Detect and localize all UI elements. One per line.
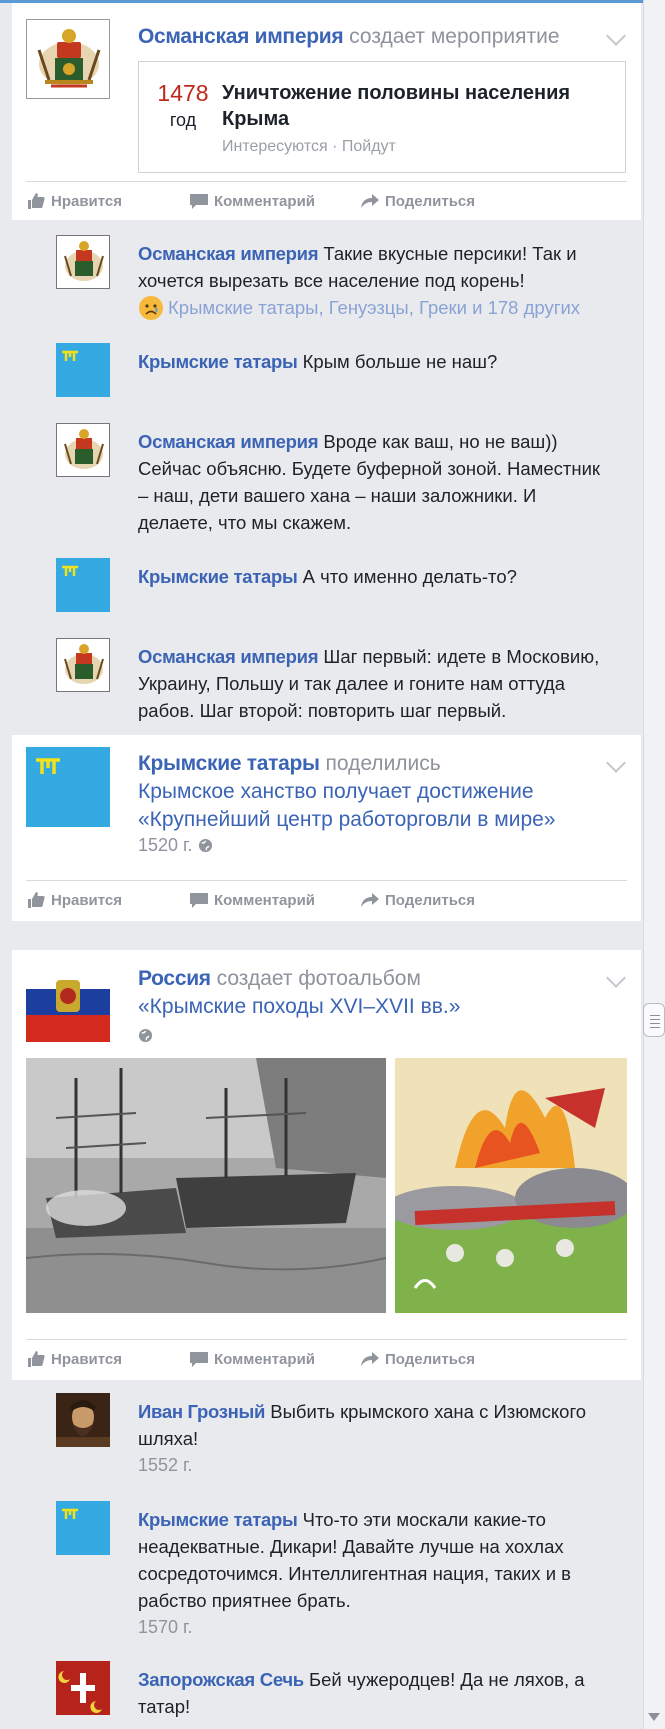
comment-author[interactable]: Османская империя <box>138 431 319 452</box>
share-icon <box>361 194 379 208</box>
post-russia-album: Россия создает фотоальбом «Крымские похо… <box>12 950 641 1380</box>
like-button[interactable]: Нравится <box>26 1344 122 1374</box>
comment-text: А что именно делать-то? <box>302 566 517 587</box>
divider <box>26 880 627 881</box>
chevron-down-icon[interactable] <box>606 973 624 991</box>
like-label: Нравится <box>51 192 123 210</box>
divider <box>26 1339 627 1340</box>
event-title[interactable]: Уничтожение половины населения Крыма <box>222 80 612 132</box>
like-label: Нравится <box>51 891 123 909</box>
share-label: Поделиться <box>385 1350 476 1368</box>
russia-flag-avatar[interactable] <box>26 962 110 1042</box>
crimean-tatar-flag-avatar[interactable] <box>26 747 110 827</box>
event-year-unit: год <box>169 110 197 130</box>
shared-achievement-link[interactable]: Крымское ханство получает достижение «Кр… <box>138 778 628 834</box>
ottoman-avatar[interactable] <box>56 638 110 692</box>
thumbs-up-icon <box>28 1351 45 1367</box>
post-author[interactable]: Россия <box>138 967 211 990</box>
scrollbar-thumb[interactable] <box>643 1003 665 1037</box>
comment: Крымские татары Крым больше не наш? <box>138 348 608 375</box>
post-author[interactable]: Османская империя <box>138 25 344 48</box>
comment-author[interactable]: Османская империя <box>138 646 319 667</box>
post-verb: создает фотоальбом <box>216 967 421 990</box>
comment: Османская империя Такие вкусные персики!… <box>138 240 608 321</box>
like-button[interactable]: Нравится <box>26 885 122 915</box>
comment-icon <box>190 893 208 908</box>
like-label: Нравится <box>51 1350 123 1368</box>
comment-label: Комментарий <box>214 891 316 909</box>
globe-icon <box>138 1028 153 1043</box>
comment-author[interactable]: Иван Грозный <box>138 1401 265 1422</box>
zaporozhian-sich-flag-avatar[interactable] <box>56 1661 110 1715</box>
globe-icon <box>199 838 213 853</box>
share-icon <box>361 893 379 907</box>
crimean-tatar-flag-avatar[interactable] <box>56 1501 110 1555</box>
post-actions: Нравится Комментарий Поделиться <box>26 186 586 216</box>
album-photo-ships[interactable] <box>26 1058 386 1313</box>
comment: Османская империя Вроде как ваш, но не в… <box>138 428 608 536</box>
divider <box>26 181 627 182</box>
share-icon <box>361 1352 379 1366</box>
post-ottoman-event: Османская империя создает мероприятие 14… <box>12 3 641 220</box>
comment-icon <box>190 1352 208 1367</box>
comment-text: Крым больше не наш? <box>302 351 498 372</box>
sad-face-icon <box>139 295 163 320</box>
share-label: Поделиться <box>385 192 476 210</box>
event-meta: Интересуются · Пойдут <box>222 138 396 155</box>
share-button[interactable]: Поделиться <box>360 885 475 915</box>
comment-author[interactable]: Крымские татары <box>138 566 298 587</box>
ottoman-coat-of-arms-avatar[interactable] <box>26 19 110 99</box>
like-button[interactable]: Нравится <box>26 186 122 216</box>
post-date-row: 1520 г. <box>138 835 213 856</box>
comment: Османская империя Шаг первый: идете в Мо… <box>138 643 608 724</box>
ottoman-avatar[interactable] <box>56 235 110 289</box>
post-verb: поделились <box>325 752 441 775</box>
comment-label: Комментарий <box>214 1350 316 1368</box>
comment-author[interactable]: Запорожская Сечь <box>138 1669 304 1690</box>
post-author[interactable]: Крымские татары <box>138 752 320 775</box>
comment-button[interactable]: Комментарий <box>189 1344 315 1374</box>
post-verb: создает мероприятие <box>349 25 560 48</box>
comment-date[interactable]: 1552 г. <box>138 1452 608 1479</box>
comment-author[interactable]: Османская империя <box>138 243 319 264</box>
reactions-text: Крымские татары, Генуэзцы, Греки и 178 д… <box>168 297 581 318</box>
post-actions: Нравится Комментарий Поделиться <box>26 1344 586 1374</box>
comment-icon <box>190 194 208 209</box>
comment-button[interactable]: Комментарий <box>189 885 315 915</box>
post-tatars-share: Крымские татары поделились Крымское ханс… <box>12 735 641 921</box>
thumbs-up-icon <box>28 193 45 209</box>
share-button[interactable]: Поделиться <box>360 1344 475 1374</box>
comment: Иван Грозный Выбить крымского хана с Изю… <box>138 1398 608 1479</box>
comment-label: Комментарий <box>214 192 316 210</box>
ivan-the-terrible-avatar[interactable] <box>56 1393 110 1447</box>
album-photo-battle[interactable] <box>395 1058 627 1313</box>
share-button[interactable]: Поделиться <box>360 186 475 216</box>
event-card[interactable]: 1478 год Уничтожение половины населения … <box>138 61 626 173</box>
share-label: Поделиться <box>385 891 476 909</box>
comment: Запорожская Сечь Бей чужеродцев! Да не л… <box>138 1666 608 1720</box>
comment-date[interactable]: 1570 г. <box>138 1614 608 1641</box>
comment-author[interactable]: Крымские татары <box>138 351 298 372</box>
vertical-scrollbar[interactable] <box>643 0 665 1729</box>
crimean-tatar-flag-avatar[interactable] <box>56 343 110 397</box>
comment: Крымские татары А что именно делать-то? <box>138 563 608 590</box>
crimean-tatar-flag-avatar[interactable] <box>56 558 110 612</box>
event-year: 1478 <box>157 80 209 106</box>
chevron-down-icon[interactable] <box>606 31 624 49</box>
post-actions: Нравится Комментарий Поделиться <box>26 885 586 915</box>
comment-author[interactable]: Крымские татары <box>138 1509 298 1530</box>
comment-button[interactable]: Комментарий <box>189 186 315 216</box>
comment: Крымские татары Что-то эти москали какие… <box>138 1506 608 1641</box>
post-date[interactable]: 1520 г. <box>138 835 192 856</box>
thumbs-up-icon <box>28 892 45 908</box>
scroll-down-arrow-icon[interactable] <box>648 1713 660 1721</box>
chevron-down-icon[interactable] <box>606 758 624 776</box>
ottoman-avatar[interactable] <box>56 423 110 477</box>
reactions-row[interactable]: Крымские татары, Генуэзцы, Греки и 178 д… <box>138 294 608 321</box>
album-title-link[interactable]: «Крымские походы XVI–XVII вв.» <box>138 993 460 1021</box>
